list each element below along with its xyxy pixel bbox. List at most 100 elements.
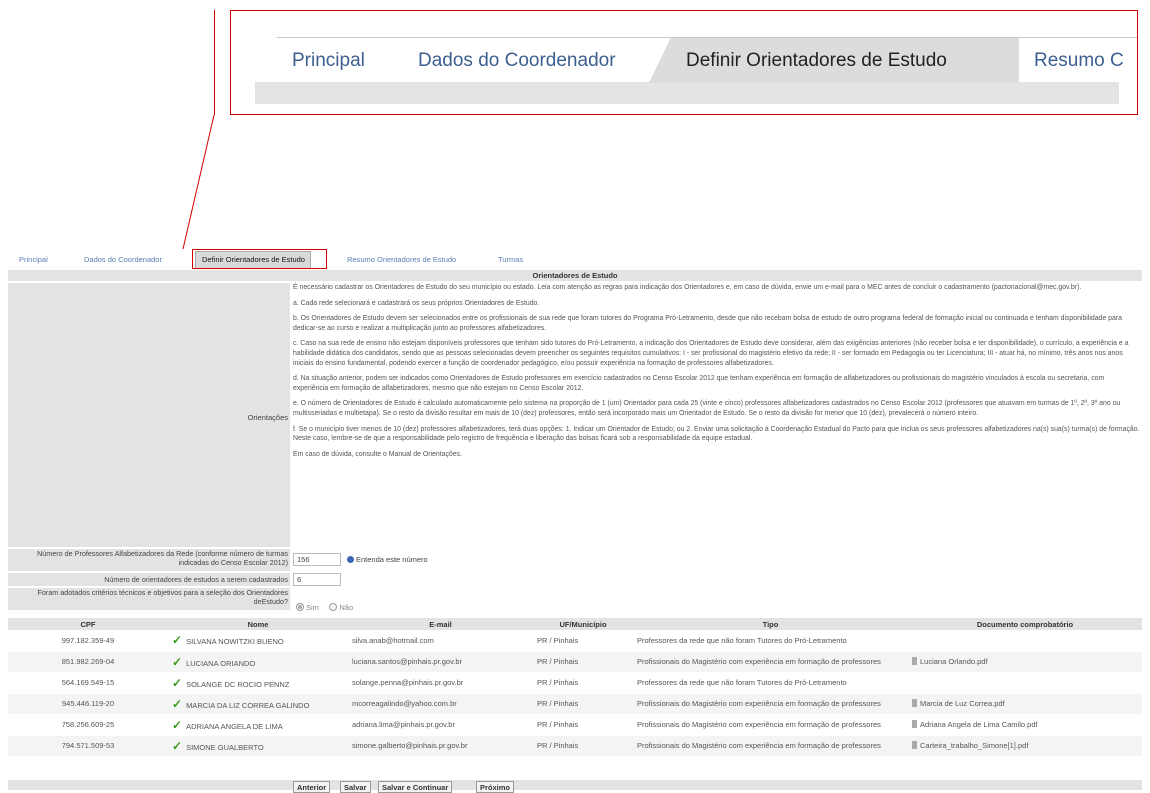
sim-label: Sim <box>306 603 319 612</box>
tab-turmas[interactable]: Turmas <box>498 255 523 264</box>
nao-label: Não <box>339 603 354 612</box>
proximo-button[interactable]: Próximo <box>476 781 515 793</box>
nome-cell: ✓ SILVANA NOWITZKI BUENO <box>168 630 348 652</box>
sim-radio[interactable] <box>296 603 304 611</box>
nome-cell: ✓ ADRIANA ANGELA DE LIMA <box>168 714 348 736</box>
orientacoes-label: Orientações <box>247 413 288 422</box>
document-icon <box>912 741 917 749</box>
main-tab-bar: Principal Dados do Coordenador Definir O… <box>0 251 1150 268</box>
nome-text: SIMONE GUALBERTO <box>186 742 264 752</box>
doc-cell[interactable]: Luciana Orlando.pdf <box>908 651 1142 673</box>
doc-cell[interactable]: Marcia de Luz Correa.pdf <box>908 693 1142 715</box>
nome-text: SILVANA NOWITZKI BUENO <box>186 637 284 647</box>
criterios-label: Foram adotados critérios técnicos e obje… <box>8 588 290 610</box>
table-row: 794.571.509-53 ✓ SIMONE GUALBERTO simone.… <box>8 735 1142 757</box>
doc-link[interactable]: Adriana Angela de Lima Camilo.pdf <box>920 720 1038 729</box>
nome-cell: ✓ LUCIANA ORIANDO <box>168 651 348 673</box>
orientadores-table: CPF Nome E-mail UF/Município Tipo Docume… <box>8 618 1142 757</box>
cpf-cell: 945.446.119-20 <box>8 693 168 715</box>
num-orientadores-input[interactable] <box>293 573 341 586</box>
zoom-tab-definir-orientadores[interactable]: Definir Orientadores de Estudo <box>649 37 1019 83</box>
email-cell: solange.penna@pinhais.pr.gov.br <box>348 672 533 694</box>
tab-principal[interactable]: Principal <box>19 255 48 264</box>
cpf-cell: 794.571.509-53 <box>8 735 168 757</box>
document-icon <box>912 720 917 728</box>
anterior-button[interactable]: Anterior <box>293 781 331 793</box>
doc-cell <box>908 672 1142 694</box>
uf-cell: PR / Pinhais <box>533 735 633 757</box>
num-orientadores-label: Número de orientadores de estudos a sere… <box>8 573 290 586</box>
doc-cell[interactable]: Adriana Angela de Lima Camilo.pdf <box>908 714 1142 736</box>
nome-text: ADRIANA ANGELA DE LIMA <box>186 721 283 731</box>
nome-cell: ✓ MARCIA DA LIZ CORREA GALINDO <box>168 693 348 715</box>
nome-cell: ✓ SIMONE GUALBERTO <box>168 735 348 757</box>
doc-cell <box>908 630 1142 652</box>
orientacoes-paragraph: d. Na situação anterior, podem ser indic… <box>293 375 1105 392</box>
num-professores-label: Número de Professores Alfabetizadores da… <box>8 549 290 571</box>
email-cell: luciana.santos@pinhais.pr.gov.br <box>348 651 533 673</box>
entenda-link[interactable]: Entenda este número <box>347 555 428 564</box>
doc-link[interactable]: Luciana Orlando.pdf <box>920 657 988 666</box>
document-icon <box>912 657 917 665</box>
uf-cell: PR / Pinhais <box>533 630 633 652</box>
col-nome-header: Nome <box>168 618 348 630</box>
tab-resumo-orientadores[interactable]: Resumo Orientadores de Estudo <box>347 255 456 264</box>
email-cell: simone.galberto@pinhais.pr.gov.br <box>348 735 533 757</box>
nome-text: SOLANGE DC ROCIO PENNZ <box>186 679 290 689</box>
orientacoes-paragraph: e. O número de Orientadores de Estudo é … <box>293 400 1121 417</box>
uf-cell: PR / Pinhais <box>533 651 633 673</box>
uf-cell: PR / Pinhais <box>533 714 633 736</box>
col-doc-header: Documento comprobatório <box>908 618 1142 630</box>
check-icon: ✓ <box>172 738 183 753</box>
panel-title: Orientadores de Estudo <box>8 270 1142 281</box>
uf-cell: PR / Pinhais <box>533 693 633 715</box>
tab-dados-coordenador[interactable]: Dados do Coordenador <box>84 255 162 264</box>
email-cell: silva.anab@hotmail.com <box>348 630 533 652</box>
nome-text: MARCIA DA LIZ CORREA GALINDO <box>186 700 310 710</box>
check-icon: ✓ <box>172 633 183 648</box>
orientacoes-paragraph: Em caso de dúvida, consulte o Manual de … <box>293 450 462 458</box>
table-row: 997.182.359-49 ✓ SILVANA NOWITZKI BUENO s… <box>8 630 1142 652</box>
email-cell: adriana.lima@pinhais.pr.gov.br <box>348 714 533 736</box>
salvar-button[interactable]: Salvar <box>340 781 371 793</box>
doc-cell[interactable]: Carteira_trabalho_Simone[1].pdf <box>908 735 1142 757</box>
entenda-label: Entenda este número <box>356 555 428 564</box>
orientacoes-paragraph: c. Caso na sua rede de ensino não esteja… <box>293 340 1129 367</box>
criterios-radio-group: Sim Não <box>296 597 359 615</box>
tipo-cell: Profissionais do Magistério com experiên… <box>633 651 908 673</box>
table-header-row: CPF Nome E-mail UF/Município Tipo Docume… <box>8 618 1142 630</box>
tipo-cell: Profissionais do Magistério com experiên… <box>633 735 908 757</box>
orientacoes-paragraph: É necessário cadastrar os Orientadores d… <box>293 284 1082 291</box>
table-row: 945.446.119-20 ✓ MARCIA DA LIZ CORREA GAL… <box>8 693 1142 715</box>
col-tipo-header: Tipo <box>633 618 908 630</box>
col-email-header: E-mail <box>348 618 533 630</box>
cpf-cell: 997.182.359-49 <box>8 630 168 652</box>
cpf-cell: 758.256.609-25 <box>8 714 168 736</box>
tipo-cell: Professores da rede que não foram Tutore… <box>633 630 908 652</box>
table-row: 564.169.549-15 ✓ SOLANGE DC ROCIO PENNZ s… <box>8 672 1142 694</box>
tipo-cell: Profissionais do Magistério com experiên… <box>633 714 908 736</box>
button-bar <box>8 780 1142 790</box>
orientacoes-paragraph: b. Os Orientadores de Estudo devem ser s… <box>293 315 1122 332</box>
tipo-cell: Professores da rede que não foram Tutore… <box>633 672 908 694</box>
doc-link[interactable]: Carteira_trabalho_Simone[1].pdf <box>920 741 1028 750</box>
check-icon: ✓ <box>172 675 183 690</box>
cpf-cell: 564.169.549-15 <box>8 672 168 694</box>
check-icon: ✓ <box>172 654 183 669</box>
col-uf-header: UF/Município <box>533 618 633 630</box>
nao-radio[interactable] <box>329 603 338 611</box>
table-row: 851.982.269-04 ✓ LUCIANA ORIANDO luciana.… <box>8 651 1142 673</box>
tipo-cell: Profissionais do Magistério com experiên… <box>633 693 908 715</box>
uf-cell: PR / Pinhais <box>533 672 633 694</box>
orientacoes-label-cell: Orientações <box>8 283 290 547</box>
orientacoes-paragraph: f. Se o município tiver menos de 10 (dez… <box>293 425 1140 443</box>
doc-link[interactable]: Marcia de Luz Correa.pdf <box>920 699 1005 708</box>
orientacoes-text: É necessário cadastrar os Orientadores d… <box>293 283 1141 465</box>
check-icon: ✓ <box>172 717 183 732</box>
num-professores-input[interactable] <box>293 553 341 566</box>
salvar-continuar-button[interactable]: Salvar e Continuar <box>378 781 453 793</box>
active-tab-highlight <box>192 249 327 269</box>
table-row: 758.256.609-25 ✓ ADRIANA ANGELA DE LIMA a… <box>8 714 1142 736</box>
info-icon <box>347 556 354 563</box>
nome-text: LUCIANA ORIANDO <box>186 658 256 668</box>
